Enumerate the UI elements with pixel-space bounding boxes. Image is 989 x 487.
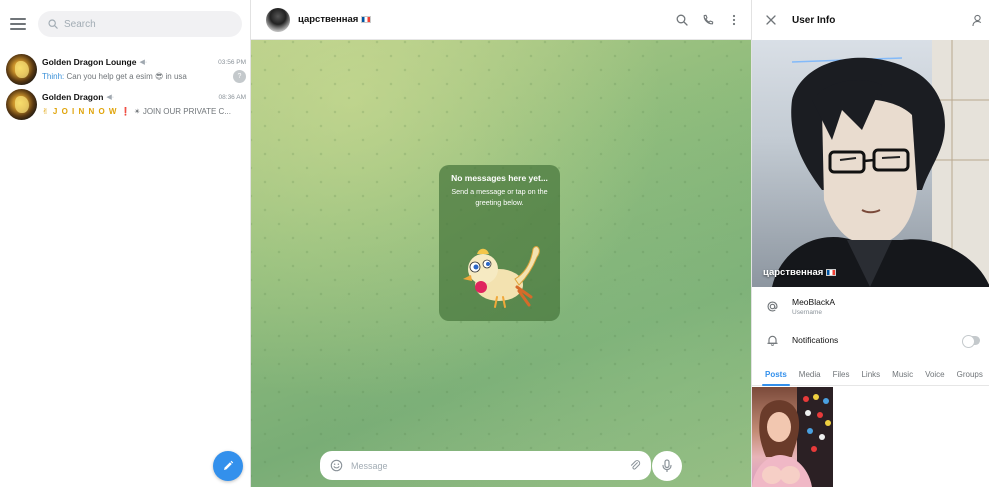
chat-preview-text: ✴ JOIN OUR PRIVATE C... [133,106,231,116]
profile-photo-art [772,40,989,287]
tab-music[interactable]: Music [886,362,919,386]
message-input[interactable] [351,460,629,471]
user-info-title: User Info [792,14,836,26]
profile-display-name: царственная [763,267,837,278]
search-box[interactable] [38,11,242,37]
chat-list-toolbar [0,0,250,48]
france-flag-icon [361,15,372,23]
shared-media-tabs: Posts Media Files Links Music Voice Grou… [752,362,989,386]
close-icon[interactable] [766,15,776,25]
edit-contact-icon[interactable] [972,14,985,27]
emoji-icon[interactable] [330,459,343,472]
new-message-button[interactable] [213,451,243,481]
phone-icon[interactable] [701,13,715,27]
user-info-header: User Info [752,0,989,40]
chat-panel: царственная No messages here yet... Send… [251,0,751,487]
chat-sender: Thinh: [42,71,65,81]
username-value: MeoBlackA [792,297,835,307]
pencil-icon [224,460,234,470]
more-vertical-icon[interactable] [727,13,741,27]
post-thumbnail-art [752,387,833,487]
muted-icon: ◀· [106,94,115,101]
profile-photo[interactable]: царственная [752,40,989,287]
empty-chat-card: No messages here yet... Send a message o… [439,165,560,321]
username-label: Username [792,309,822,316]
menu-icon[interactable] [10,18,26,30]
search-icon [48,19,58,29]
chat-header[interactable]: царственная [251,0,751,40]
user-info-panel: User Info царственная MeoBlackA Username… [751,0,989,487]
post-thumbnail[interactable] [752,387,833,487]
chat-name: Golden Dragon [42,92,104,102]
chat-avatar [6,88,37,120]
tab-posts[interactable]: Posts [759,362,793,386]
empty-chat-title: No messages here yet... [451,173,548,183]
muted-icon: ◀· [139,59,148,66]
search-input[interactable] [64,18,224,30]
empty-chat-subtitle: Send a message or tap on the greeting be… [451,187,548,207]
notifications-toggle[interactable] [962,334,980,348]
chat-preview: ✌ J O I N N O W ❗ ✴ JOIN OUR PRIVATE C..… [42,107,231,116]
profile-display-name-text: царственная [763,267,824,278]
chat-time: 03:56 PM [218,58,246,66]
chat-avatar [6,53,37,85]
chat-title-text: царственная [298,14,359,25]
chat-preview: Thinh: Can you help get a esim 😎 in usa [42,72,187,81]
tab-voice[interactable]: Voice [919,362,951,386]
tab-links[interactable]: Links [855,362,886,386]
notifications-label: Notifications [792,335,839,345]
voice-record-button[interactable] [652,451,682,481]
chat-list-panel: Golden Dragon Lounge ◀· 03:56 PM Thinh: … [0,0,251,487]
tab-media[interactable]: Media [793,362,827,386]
greeting-sticker[interactable] [457,235,543,311]
chat-list-item[interactable]: Golden Dragon ◀· 08:36 AM ✌ J O I N N O … [6,86,246,122]
chat-time: 08:36 AM [218,93,246,101]
chat-list-item[interactable]: Golden Dragon Lounge ◀· 03:56 PM Thinh: … [6,51,246,87]
unread-badge: ? [233,69,246,83]
username-row[interactable]: MeoBlackA Username [752,297,989,316]
search-icon[interactable] [675,13,689,27]
chat-title[interactable]: царственная [298,14,372,25]
tab-files[interactable]: Files [827,362,856,386]
microphone-icon [662,459,672,472]
at-sign-icon [764,299,780,315]
france-flag-icon [826,268,837,276]
chat-header-avatar[interactable] [266,7,290,32]
chat-preview-text: Can you help get a esim 😎 in usa [66,71,187,81]
attach-icon[interactable] [629,459,641,472]
bell-icon [764,332,780,348]
tab-groups[interactable]: Groups [951,362,989,386]
notifications-row[interactable]: Notifications [752,332,989,348]
chat-name: Golden Dragon Lounge [42,57,137,67]
chat-preview-decorated: ✌ J O I N N O W ❗ [42,106,132,116]
message-composer[interactable] [320,451,651,480]
